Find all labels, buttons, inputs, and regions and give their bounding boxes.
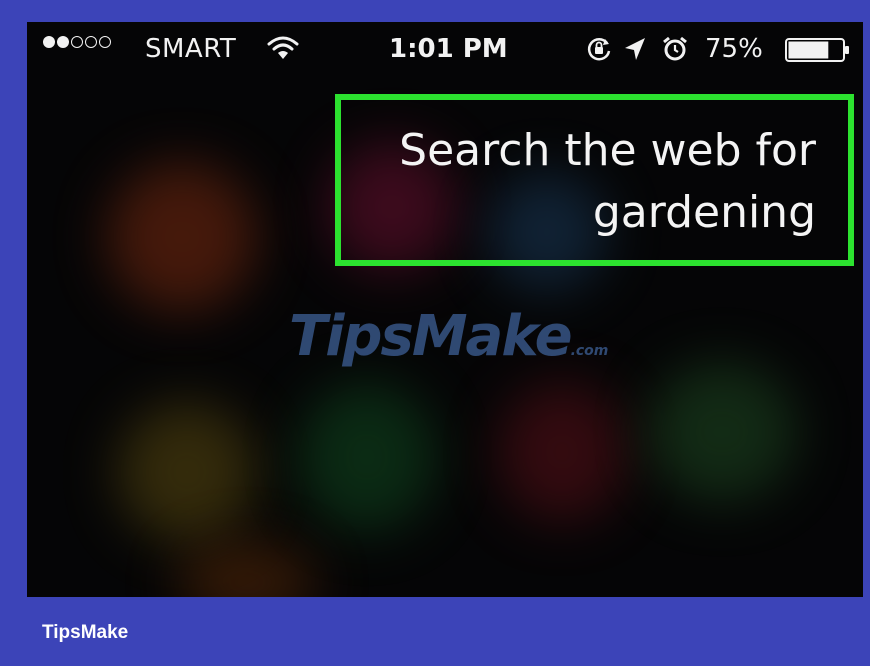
blurred-app-icon xyxy=(647,362,797,502)
wifi-icon xyxy=(267,34,299,69)
signal-dot xyxy=(85,36,97,48)
signal-dot xyxy=(71,36,83,48)
phone-screen: SMART 1:01 PM 75% Search the web for gar… xyxy=(27,22,863,597)
query-highlight-box: Search the web for gardening xyxy=(335,94,854,266)
battery-percentage: 75% xyxy=(705,34,763,64)
watermark: TipsMake.com xyxy=(289,304,608,369)
battery-level-fill xyxy=(788,41,829,59)
signal-dot xyxy=(99,36,111,48)
watermark-text: TipsMake xyxy=(289,304,573,369)
image-frame: SMART 1:01 PM 75% Search the web for gar… xyxy=(0,0,870,666)
blurred-app-icon xyxy=(297,382,437,532)
carrier-name: SMART xyxy=(145,34,237,64)
signal-dot xyxy=(43,36,55,48)
clock-time: 1:01 PM xyxy=(389,34,508,64)
battery-icon xyxy=(785,38,851,69)
location-icon xyxy=(623,36,647,69)
rotation-lock-icon xyxy=(585,35,613,70)
alarm-icon xyxy=(661,35,689,70)
signal-dot xyxy=(57,36,69,48)
blurred-app-icon xyxy=(497,382,627,522)
footer-brand: TipsMake xyxy=(42,622,129,643)
blurred-app-icon xyxy=(117,402,257,542)
siri-query-text[interactable]: Search the web for gardening xyxy=(356,120,816,244)
status-bar: SMART 1:01 PM 75% xyxy=(27,22,863,78)
signal-strength-icon xyxy=(43,36,111,48)
blurred-app-icon xyxy=(107,162,257,312)
blurred-app-icon xyxy=(177,542,317,597)
watermark-suffix: .com xyxy=(570,343,609,359)
